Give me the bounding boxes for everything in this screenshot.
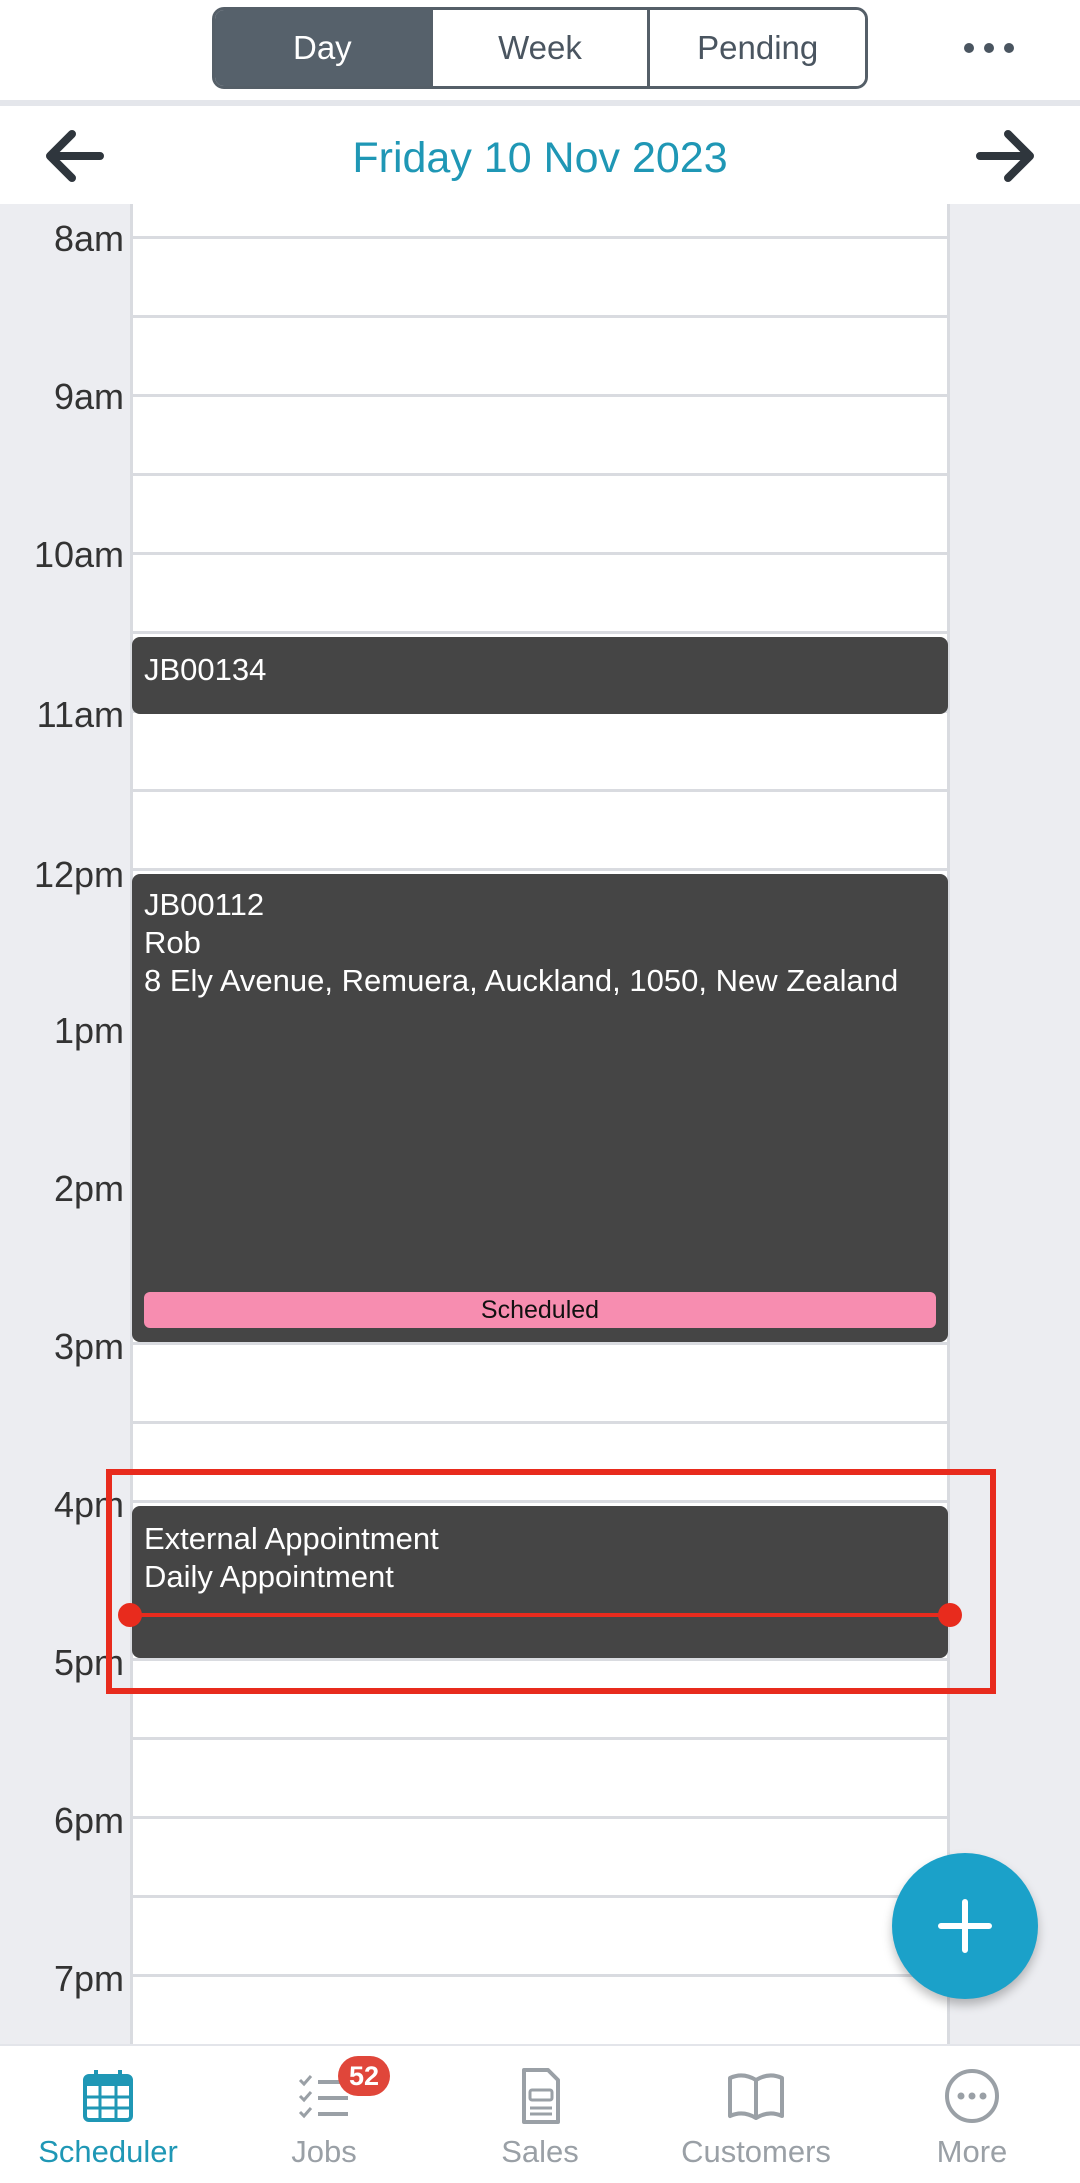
hour-label: 1pm [53,1010,124,1051]
hour-label: 8am [53,218,124,259]
nav-label: More [936,2134,1008,2169]
event-address: 8 Ely Avenue, Remuera, Auckland, 1050, N… [144,963,899,998]
half-hour-line [130,631,950,634]
hour-label: 12pm [33,854,124,895]
time-indicator-line[interactable] [132,1613,948,1617]
half-hour-line [130,1421,950,1424]
more-circle-icon [945,2069,999,2123]
hour-line [130,868,950,871]
hour-label: 3pm [53,1326,124,1367]
book-icon [728,2073,784,2120]
hour-line [130,236,950,239]
highlight-box [106,1469,996,1694]
drag-handle-right[interactable] [938,1603,962,1627]
jobs-count-badge: 52 [338,2056,390,2096]
hour-label: 7pm [53,1958,124,1999]
calendar-icon [83,2070,133,2122]
day-calendar[interactable]: 8am 9am 10am 11am 12pm 1pm 2pm 3pm 4pm 5… [0,204,1080,2044]
date-title: Friday 10 Nov 2023 [352,134,728,182]
nav-customers[interactable]: Customers [648,2046,864,2183]
add-button[interactable] [892,1853,1038,1999]
hour-line [130,552,950,555]
nav-jobs[interactable]: 52 Jobs [216,2046,432,2183]
hour-line [130,394,950,397]
tab-day[interactable]: Day [215,10,433,86]
next-day-arrow-icon[interactable] [976,128,1038,184]
nav-sales[interactable]: Sales [432,2046,648,2183]
more-options-icon[interactable] [964,28,1014,68]
half-hour-line [130,473,950,476]
tab-pending[interactable]: Pending [650,10,865,86]
event-jb00134[interactable]: JB00134 [132,637,948,714]
hour-label: 6pm [53,1800,124,1841]
hour-label: 11am [36,694,124,735]
nav-label: Jobs [291,2134,357,2169]
date-header: Friday 10 Nov 2023 [0,106,1080,204]
event-jb00112[interactable]: JB00112 Rob 8 Ely Avenue, Remuera, Auckl… [132,874,948,1342]
status-badge: Scheduled [144,1292,936,1328]
hour-line [130,1816,950,1819]
event-job-number: JB00112 [144,887,265,922]
event-customer-name: Rob [144,925,201,960]
nav-label: Customers [681,2134,831,2169]
plus-icon [938,1899,992,1953]
document-icon [522,2068,560,2124]
nav-label: Sales [501,2134,579,2169]
half-hour-line [130,789,950,792]
hour-label: 2pm [53,1168,124,1209]
bottom-navigation: Scheduler 52 Jobs Sales Customers More [0,2044,1080,2183]
half-hour-line [130,315,950,318]
event-job-number: JB00134 [144,652,267,687]
nav-more[interactable]: More [864,2046,1080,2183]
nav-scheduler[interactable]: Scheduler [0,2046,216,2183]
tab-week[interactable]: Week [432,10,651,86]
half-hour-line [130,1895,950,1898]
hour-label: 9am [53,376,124,417]
top-bar: Day Week Pending [0,0,1080,106]
hour-label: 10am [33,534,124,575]
half-hour-line [130,1737,950,1740]
drag-handle-left[interactable] [118,1603,142,1627]
hour-line [130,1974,950,1977]
nav-label: Scheduler [38,2134,178,2169]
hour-line [130,1342,950,1345]
view-switcher: Day Week Pending [212,7,868,89]
